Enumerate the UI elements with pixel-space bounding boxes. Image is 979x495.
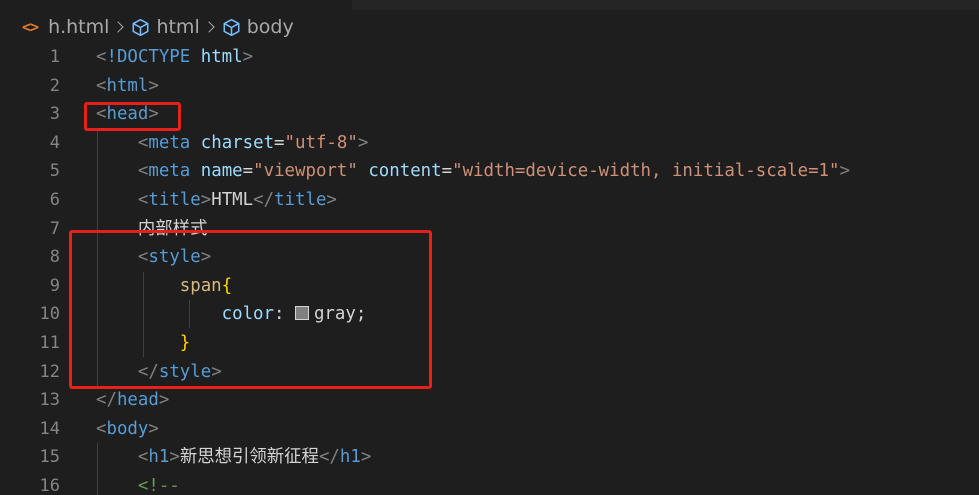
code-line: <meta name="viewport" content="width=dev… [137,161,850,182]
line-number: 10 [39,304,60,325]
tag-name: title [274,189,327,210]
chevron-right-icon [203,21,215,33]
code-line: <meta charset="utf-8"> [137,132,369,153]
line-number: 15 [39,447,60,468]
line-number-gutter: 1 2 3 4 5 6 7 8 9 10 11 12 13 14 15 16 [0,43,60,495]
editor-tab-strip [0,0,979,10]
cube-icon [223,18,240,36]
attribute-name: content [368,161,442,182]
breadcrumb-file-label: h.html [48,16,110,38]
attribute-value: "viewport" [253,161,358,182]
tag-name: html [106,75,149,96]
code-line: <h1>新思想引领新征程</h1> [137,447,372,468]
tag-name: title [148,189,201,210]
cube-icon [132,18,149,36]
line-number: 8 [49,247,60,268]
line-number: 2 [49,75,60,96]
code-line: <!DOCTYPE html> [96,47,254,67]
title-text: HTML [211,189,254,210]
tag-name: h1 [148,447,170,468]
line-number: 1 [49,47,60,67]
attribute-name: name [200,161,243,182]
html-file-icon: <> [22,18,39,36]
line-number: 7 [49,218,60,239]
doctype-html-token: html [200,47,243,67]
code-line: <title>HTML</title> [137,189,337,210]
head-tag-highlight-box [84,102,181,131]
line-number: 11 [39,332,60,353]
attribute-name: charset [200,132,275,153]
line-number: 5 [49,161,60,182]
attribute-value: "width=device-width, initial-scale=1" [452,161,840,182]
code-line: <body> [96,418,159,439]
code-line: <html> [96,75,159,96]
comment-start: <!-- [137,475,180,495]
code-editor-window: <> h.html html body 1 2 3 4 5 6 7 8 9 10… [0,0,979,495]
breadcrumb: <> h.html html body [22,13,294,41]
breadcrumb-html-label: html [156,16,200,38]
tag-name: meta [148,161,191,182]
tag-name: head [116,390,159,411]
breadcrumb-html[interactable]: html [131,16,200,38]
line-number: 3 [49,104,60,125]
code-line: </head> [96,390,170,411]
attribute-value: "utf-8" [284,132,358,153]
line-number: 13 [39,390,60,411]
active-tab[interactable] [0,0,352,10]
line-number: 14 [39,418,60,439]
breadcrumb-body-label: body [246,16,294,38]
tag-name: body [106,418,149,439]
code-line: <head> [96,104,159,125]
line-number: 6 [49,189,60,210]
code-line: <!-- [96,472,850,495]
breadcrumb-file[interactable]: <> h.html [22,16,109,38]
tag-name: h1 [339,447,361,468]
tag-name: meta [148,132,191,153]
line-number: 9 [49,275,60,296]
breadcrumb-body[interactable]: body [222,16,294,38]
chevron-right-icon [112,21,125,33]
line-number: 4 [49,132,60,153]
style-block-highlight-box [69,230,432,389]
line-number: 12 [39,361,60,382]
h1-text: 新思想引领新征程 [179,447,319,468]
doctype-token: !DOCTYPE [106,47,191,67]
line-number: 16 [39,475,60,495]
